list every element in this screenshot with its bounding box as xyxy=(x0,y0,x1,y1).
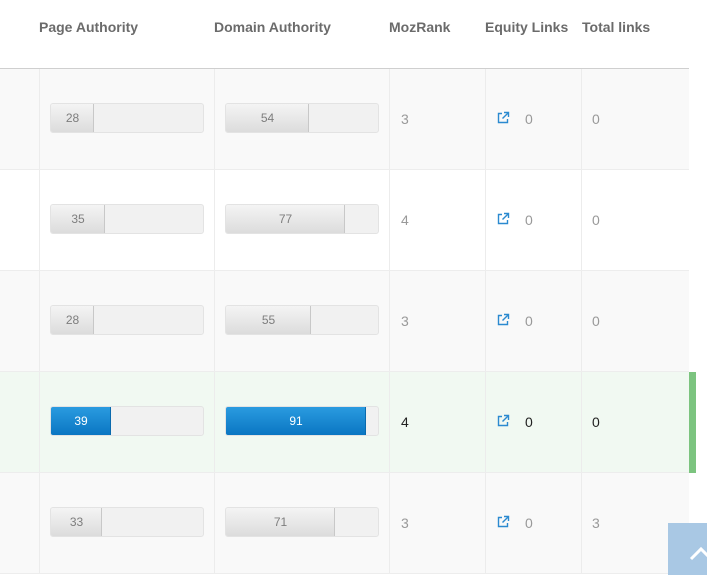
mozrank-value: 3 xyxy=(401,313,409,329)
column-divider xyxy=(214,69,215,169)
domain-authority-bar: 91 xyxy=(225,406,379,436)
page-authority-bar: 33 xyxy=(50,507,204,537)
page-authority-value: 28 xyxy=(65,313,80,327)
column-divider xyxy=(214,473,215,573)
total-links-value: 0 xyxy=(592,313,600,329)
column-divider xyxy=(581,473,582,573)
column-divider xyxy=(485,170,486,270)
table-row[interactable]: 39 91 4 0 0 xyxy=(0,372,689,473)
column-divider xyxy=(389,372,390,472)
total-links-value: 0 xyxy=(592,212,600,228)
mozrank-value: 3 xyxy=(401,515,409,531)
table-body: 28 54 3 0 0 35 77 4 0 0 28 55 3 0 0 39 91 4 0 0 33 71 3 0 3 xyxy=(0,69,689,574)
column-divider xyxy=(581,170,582,270)
column-divider xyxy=(39,372,40,472)
mozrank-value: 4 xyxy=(401,414,409,430)
mozrank-value: 4 xyxy=(401,212,409,228)
column-divider xyxy=(214,372,215,472)
column-divider xyxy=(581,271,582,371)
metrics-table-view: Page Authority Domain Authority MozRank … xyxy=(0,0,707,575)
table-row[interactable]: 35 77 4 0 0 xyxy=(0,170,689,271)
equity-links-value: 0 xyxy=(525,212,533,228)
page-authority-bar: 35 xyxy=(50,204,204,234)
column-divider xyxy=(389,170,390,270)
external-link-icon[interactable] xyxy=(496,515,510,529)
header-domain-authority[interactable]: Domain Authority xyxy=(214,19,331,35)
page-authority-bar: 39 xyxy=(50,406,204,436)
column-divider xyxy=(214,271,215,371)
column-divider xyxy=(39,170,40,270)
domain-authority-bar: 54 xyxy=(225,103,379,133)
domain-authority-value: 91 xyxy=(289,414,303,428)
header-equity-links[interactable]: Equity Links xyxy=(485,19,568,35)
domain-authority-value: 54 xyxy=(260,111,275,125)
page-authority-value: 33 xyxy=(69,515,84,529)
equity-links-value: 0 xyxy=(525,313,533,329)
table-header: Page Authority Domain Authority MozRank … xyxy=(0,0,689,69)
external-link-icon[interactable] xyxy=(496,313,510,327)
column-divider xyxy=(581,372,582,472)
total-links-value: 3 xyxy=(592,515,600,531)
scroll-to-top-button[interactable] xyxy=(668,523,707,575)
mozrank-value: 3 xyxy=(401,111,409,127)
equity-links-value: 0 xyxy=(525,111,533,127)
column-divider xyxy=(39,69,40,169)
page-authority-value: 39 xyxy=(74,414,88,428)
external-link-icon[interactable] xyxy=(496,414,510,428)
domain-authority-bar: 71 xyxy=(225,507,379,537)
column-divider xyxy=(485,473,486,573)
column-divider xyxy=(581,69,582,169)
header-mozrank[interactable]: MozRank xyxy=(389,19,450,35)
column-divider xyxy=(39,473,40,573)
external-link-icon[interactable] xyxy=(496,212,510,226)
column-divider xyxy=(389,271,390,371)
page-authority-bar: 28 xyxy=(50,305,204,335)
external-link-icon[interactable] xyxy=(496,111,510,125)
chevron-up-icon xyxy=(689,546,707,561)
total-links-value: 0 xyxy=(592,111,600,127)
equity-links-value: 0 xyxy=(525,414,533,430)
column-divider xyxy=(485,69,486,169)
header-page-authority[interactable]: Page Authority xyxy=(39,19,138,35)
column-divider xyxy=(389,69,390,169)
column-divider xyxy=(485,372,486,472)
domain-authority-bar: 77 xyxy=(225,204,379,234)
page-authority-value: 28 xyxy=(65,111,80,125)
page-authority-bar: 28 xyxy=(50,103,204,133)
table-row[interactable]: 28 54 3 0 0 xyxy=(0,69,689,170)
total-links-value: 0 xyxy=(592,414,600,430)
column-divider xyxy=(214,170,215,270)
column-divider xyxy=(485,271,486,371)
table-row[interactable]: 33 71 3 0 3 xyxy=(0,473,689,574)
domain-authority-bar: 55 xyxy=(225,305,379,335)
header-total-links[interactable]: Total links xyxy=(582,19,650,35)
selected-row-marker xyxy=(689,372,696,473)
column-divider xyxy=(389,473,390,573)
page-authority-value: 35 xyxy=(71,212,85,226)
column-divider xyxy=(39,271,40,371)
domain-authority-value: 77 xyxy=(278,212,293,226)
equity-links-value: 0 xyxy=(525,515,533,531)
domain-authority-value: 71 xyxy=(273,515,288,529)
table-row[interactable]: 28 55 3 0 0 xyxy=(0,271,689,372)
domain-authority-value: 55 xyxy=(261,313,276,327)
